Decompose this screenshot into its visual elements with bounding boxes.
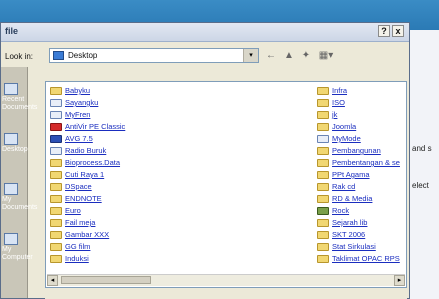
file-name: AVG 7.5 xyxy=(65,134,93,143)
folder-icon xyxy=(317,219,329,227)
new-folder-icon[interactable]: ✦ xyxy=(300,50,312,61)
file-name: Euro xyxy=(65,206,81,215)
folder-icon xyxy=(50,183,62,191)
view-menu-icon[interactable]: ▦▾ xyxy=(317,50,335,61)
file-icon xyxy=(50,111,62,119)
folder-icon xyxy=(317,147,329,155)
folder-icon xyxy=(317,255,329,263)
title-bar: file ? x xyxy=(1,23,409,42)
place-label: My Computer xyxy=(2,246,33,261)
lookin-value: Desktop xyxy=(68,51,98,60)
recent-documents-icon xyxy=(4,83,18,95)
file-name: DSpace xyxy=(65,182,92,191)
folder-icon xyxy=(50,207,62,215)
file-name: Sejarah lib xyxy=(332,218,368,227)
scroll-thumb[interactable] xyxy=(61,276,151,284)
app-icon xyxy=(317,207,329,215)
lookin-dropdown[interactable]: Desktop ▾ xyxy=(49,48,259,63)
folder-icon xyxy=(50,87,62,95)
horizontal-scrollbar[interactable]: ◂ ▸ xyxy=(47,274,405,286)
file-name: ENDNOTE xyxy=(65,194,102,203)
app-icon xyxy=(50,135,62,143)
file-name: Joomla xyxy=(332,122,357,131)
file-name: MyMode xyxy=(332,134,361,143)
folder-icon xyxy=(50,219,62,227)
file-name-row xyxy=(45,291,407,299)
open-file-dialog: file ? x Look in: Desktop ▾ ← ▲ ✦ ▦▾ Rec… xyxy=(0,22,410,299)
desktop-icon xyxy=(4,133,18,145)
folder-icon xyxy=(317,111,329,119)
folder-icon xyxy=(317,87,329,95)
background-text: and s xyxy=(412,144,432,153)
folder-icon xyxy=(317,171,329,179)
folder-icon xyxy=(317,123,329,131)
file-name: Cuti Raya 1 xyxy=(65,170,105,179)
up-folder-icon[interactable]: ▲ xyxy=(283,50,295,61)
lookin-label: Look in: xyxy=(5,52,34,61)
file-list[interactable]: Babyku Sayangku MyFren AntiVir PE Classic AV… xyxy=(45,81,407,288)
app-icon xyxy=(50,123,62,131)
my-documents-icon xyxy=(4,183,18,195)
file-name: Stat Sirkulasi xyxy=(332,242,376,251)
file-name: Induksi xyxy=(65,254,89,263)
file-name: SKT 2006 xyxy=(332,230,366,239)
place-label: My Documents xyxy=(2,196,38,211)
background-window-panel: and s elect xyxy=(405,30,439,299)
file-name: Gambar XXX xyxy=(65,230,110,239)
folder-icon xyxy=(317,195,329,203)
folder-icon xyxy=(317,231,329,239)
help-button[interactable]: ? xyxy=(378,25,390,37)
chevron-down-icon[interactable]: ▾ xyxy=(243,49,258,62)
file-icon xyxy=(317,135,329,143)
folder-icon xyxy=(317,99,329,107)
file-name: GG film xyxy=(65,242,91,251)
file-name: Taklimat OPAC RPS xyxy=(332,254,400,263)
file-name: Infra xyxy=(332,86,348,95)
folder-icon xyxy=(50,243,62,251)
file-name: Bioprocess.Data xyxy=(65,158,121,167)
folder-icon xyxy=(50,255,62,263)
file-icon xyxy=(50,147,62,155)
dialog-title: file xyxy=(5,26,19,36)
back-arrow-icon[interactable]: ← xyxy=(265,50,277,61)
folder-icon xyxy=(317,243,329,251)
folder-icon xyxy=(50,231,62,239)
file-name: jk xyxy=(332,110,338,119)
file-name: Rock xyxy=(332,206,350,215)
file-name: Babyku xyxy=(65,86,91,95)
file-name: AntiVir PE Classic xyxy=(65,122,126,131)
file-name: RD & Media xyxy=(332,194,373,203)
file-name: Pembentangan & se xyxy=(332,158,400,167)
folder-icon xyxy=(50,195,62,203)
desktop-icon xyxy=(53,51,64,60)
file-name: Rak cd xyxy=(332,182,356,191)
file-name: MyFren xyxy=(65,110,91,119)
scroll-right-button[interactable]: ▸ xyxy=(394,275,405,286)
file-name: ISO xyxy=(332,98,345,107)
file-name: Sayangku xyxy=(65,98,99,107)
folder-icon xyxy=(50,171,62,179)
file-name: Fail meja xyxy=(65,218,96,227)
folder-icon xyxy=(50,159,62,167)
folder-icon xyxy=(317,183,329,191)
background-text: elect xyxy=(412,181,429,190)
file-icon xyxy=(50,99,62,107)
place-label: Desktop xyxy=(2,146,28,153)
close-button[interactable]: x xyxy=(392,25,404,37)
place-label: Recent Documents xyxy=(2,96,38,111)
my-computer-icon xyxy=(4,233,18,245)
places-bar: Recent Documents Desktop My Documents My… xyxy=(1,67,37,298)
file-name: PPt Agama xyxy=(332,170,370,179)
scroll-left-button[interactable]: ◂ xyxy=(47,275,58,286)
folder-icon xyxy=(317,159,329,167)
file-name: Pembangunan xyxy=(332,146,381,155)
file-name: Radio Buruk xyxy=(65,146,107,155)
